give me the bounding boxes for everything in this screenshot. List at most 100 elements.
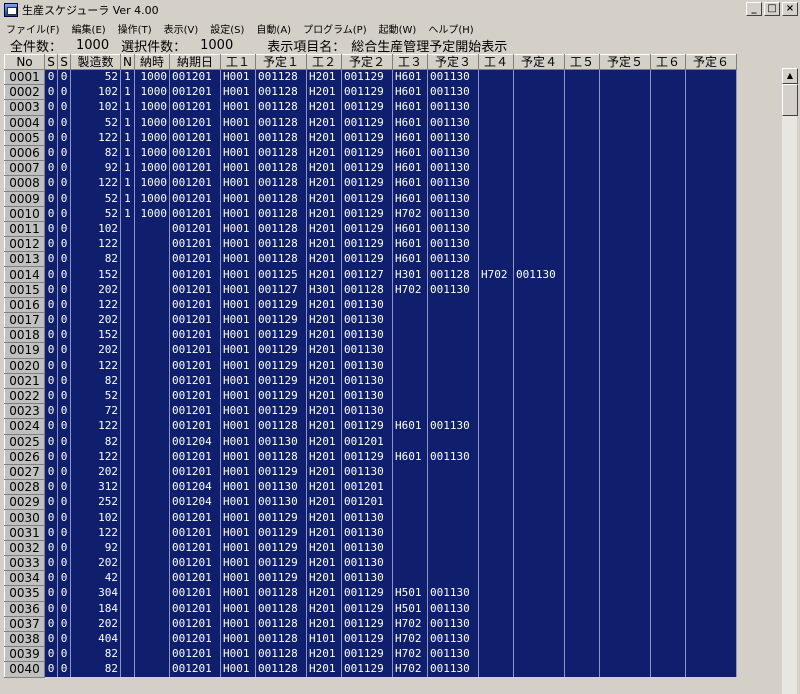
table-cell[interactable]: H001: [220, 418, 256, 434]
table-cell[interactable]: H201: [306, 312, 342, 328]
table-cell[interactable]: [685, 84, 737, 100]
table-cell[interactable]: [599, 206, 651, 222]
table-cell[interactable]: [599, 130, 651, 146]
table-cell[interactable]: H601: [392, 251, 428, 267]
table-row[interactable]: 0037 0 0 202 001201 H001 001128 H201 001129 H702 0…: [4, 615, 737, 632]
table-cell[interactable]: 1: [120, 84, 135, 100]
column-header[interactable]: 工１: [219, 54, 256, 70]
row-number[interactable]: 0007: [4, 160, 45, 177]
row-number[interactable]: 0032: [4, 539, 45, 557]
table-row[interactable]: 0001 0 0 52 1 1000 001201 H001 001128 H201 001129 H…: [4, 68, 737, 86]
table-cell[interactable]: [564, 479, 600, 495]
table-cell[interactable]: 001130: [341, 464, 393, 480]
table-row[interactable]: 0009 0 0 52 1 1000 001201 H001 001128 H201 001129 H…: [4, 190, 737, 207]
row-number[interactable]: 0010: [4, 205, 45, 222]
table-cell[interactable]: [685, 327, 737, 343]
table-cell[interactable]: 0: [57, 646, 71, 662]
table-cell[interactable]: [650, 130, 686, 146]
row-number[interactable]: 0028: [4, 479, 45, 496]
table-cell[interactable]: [478, 555, 514, 571]
table-cell[interactable]: 001201: [169, 616, 221, 632]
table-cell[interactable]: [564, 236, 600, 252]
table-cell[interactable]: [685, 494, 737, 510]
table-cell[interactable]: 52: [70, 115, 121, 131]
table-cell[interactable]: 0: [57, 327, 71, 343]
table-cell[interactable]: [478, 601, 514, 617]
table-cell[interactable]: 0: [57, 403, 71, 419]
menu-help[interactable]: ヘルプ(H): [428, 21, 473, 36]
table-cell[interactable]: 0: [57, 616, 71, 632]
table-cell[interactable]: H201: [306, 160, 342, 176]
table-cell[interactable]: 0: [57, 236, 71, 252]
table-cell[interactable]: 001125: [255, 266, 307, 283]
column-header[interactable]: N: [120, 54, 135, 70]
table-cell[interactable]: [120, 646, 135, 662]
table-cell[interactable]: 001128: [255, 585, 307, 602]
table-cell[interactable]: 001130: [427, 601, 479, 617]
table-row[interactable]: 0030 0 0 102 001201 H001 001129 H201 001130: [4, 509, 737, 526]
table-row[interactable]: 0003 0 0 102 1 1000 001201 H001 001128 H201 001129…: [4, 99, 737, 116]
table-cell[interactable]: H201: [306, 175, 342, 191]
table-cell[interactable]: [478, 525, 514, 541]
table-row[interactable]: 0004 0 0 52 1 1000 001201 H001 001128 H201 001129 H…: [4, 114, 737, 131]
table-cell[interactable]: [599, 373, 651, 389]
table-cell[interactable]: [599, 570, 651, 586]
table-cell[interactable]: 001201: [169, 509, 221, 526]
table-cell[interactable]: [599, 69, 651, 85]
table-cell[interactable]: H301: [392, 266, 428, 283]
table-cell[interactable]: [120, 251, 135, 267]
table-cell[interactable]: [134, 494, 170, 510]
table-cell[interactable]: 001130: [427, 84, 479, 100]
table-cell[interactable]: 122: [70, 175, 121, 191]
table-cell[interactable]: 1000: [134, 191, 170, 207]
table-cell[interactable]: 312: [70, 479, 121, 495]
table-cell[interactable]: H001: [220, 646, 256, 662]
table-cell[interactable]: [120, 358, 135, 374]
table-cell[interactable]: [120, 388, 135, 404]
table-cell[interactable]: 122: [70, 236, 121, 252]
table-cell[interactable]: [564, 418, 600, 434]
table-cell[interactable]: 0: [44, 525, 58, 541]
table-cell[interactable]: 001130: [427, 616, 479, 632]
table-cell[interactable]: [599, 525, 651, 541]
table-cell[interactable]: [650, 403, 686, 419]
table-cell[interactable]: [134, 646, 170, 662]
table-cell[interactable]: [599, 175, 651, 191]
table-cell[interactable]: H201: [306, 388, 342, 404]
table-cell[interactable]: 001129: [255, 403, 307, 419]
table-cell[interactable]: [685, 434, 737, 450]
table-cell[interactable]: [478, 358, 514, 374]
table-cell[interactable]: [599, 358, 651, 374]
row-number[interactable]: 0018: [4, 327, 45, 344]
table-cell[interactable]: 001128: [255, 418, 307, 434]
table-cell[interactable]: 001128: [255, 221, 307, 237]
table-row[interactable]: 0011 0 0 102 001201 H001 001128 H201 001129 H601 0…: [4, 220, 737, 238]
table-cell[interactable]: 0: [44, 661, 58, 677]
table-row[interactable]: 0040 0 0 82 001201 H001 001128 H201 001129 H702 00…: [4, 661, 737, 678]
table-cell[interactable]: 001201: [169, 251, 221, 267]
table-cell[interactable]: H601: [392, 69, 428, 85]
table-cell[interactable]: [564, 282, 600, 298]
table-cell[interactable]: [685, 631, 737, 647]
table-cell[interactable]: [478, 585, 514, 602]
table-cell[interactable]: H201: [306, 342, 342, 359]
table-cell[interactable]: [478, 145, 514, 161]
table-cell[interactable]: 001201: [169, 555, 221, 571]
table-cell[interactable]: [685, 175, 737, 191]
table-row[interactable]: 0005 0 0 122 1 1000 001201 H001 001128 H201 001129…: [4, 129, 737, 146]
table-cell[interactable]: [513, 631, 565, 647]
table-cell[interactable]: [427, 494, 479, 510]
table-cell[interactable]: 001204: [169, 494, 221, 510]
table-cell[interactable]: [513, 464, 565, 480]
table-cell[interactable]: 202: [70, 464, 121, 480]
table-cell[interactable]: H001: [220, 191, 256, 207]
column-header[interactable]: 納期日: [168, 54, 221, 70]
table-cell[interactable]: 1000: [134, 145, 170, 161]
table-cell[interactable]: [650, 479, 686, 495]
table-cell[interactable]: [134, 312, 170, 328]
table-cell[interactable]: 0: [57, 221, 71, 237]
table-cell[interactable]: 001129: [255, 540, 307, 556]
table-cell[interactable]: [599, 297, 651, 313]
table-cell[interactable]: [650, 646, 686, 662]
table-cell[interactable]: H501: [392, 585, 428, 602]
